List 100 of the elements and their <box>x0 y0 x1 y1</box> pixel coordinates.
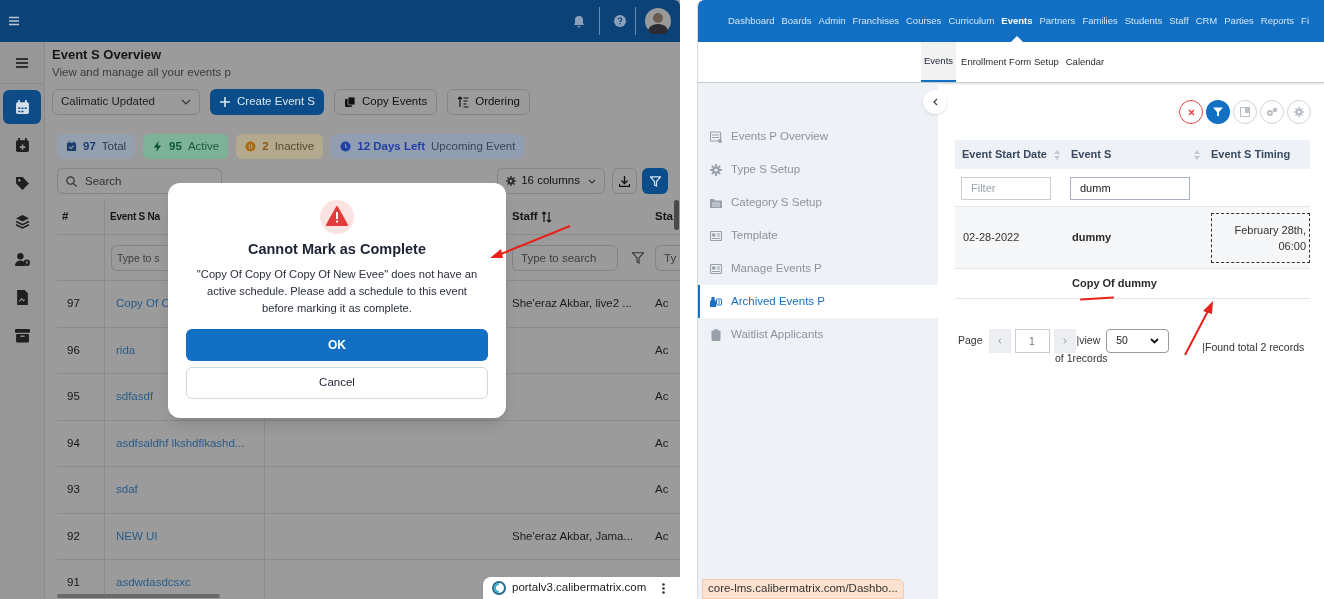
event-link[interactable]: asdwdasdcsxc <box>116 574 191 592</box>
avatar-icon[interactable] <box>645 8 671 34</box>
records-found: |Found total 2 records <box>1202 340 1305 355</box>
stat-label: Active <box>187 138 220 154</box>
sidebar-item[interactable]: Manage Events P <box>698 252 938 285</box>
tags-icon[interactable] <box>14 175 30 191</box>
nav-link[interactable]: Franchises <box>852 0 899 42</box>
sidebar-item[interactable]: Archived Events P <box>698 285 938 318</box>
archive-icon[interactable] <box>14 327 30 343</box>
user-clock-icon[interactable] <box>14 251 30 267</box>
column-header: # <box>62 208 69 224</box>
filter-input[interactable]: dumm <box>1070 176 1190 200</box>
download-button[interactable] <box>612 168 637 194</box>
filter-icon <box>1213 107 1223 117</box>
chevron-left-icon <box>997 337 1002 344</box>
help-icon[interactable] <box>614 15 626 27</box>
filter-icon[interactable] <box>632 251 644 264</box>
template-icon <box>710 262 722 275</box>
column-header[interactable]: Event Start Date <box>962 146 1047 163</box>
more-icon[interactable] <box>662 582 666 594</box>
nav-link[interactable]: Events <box>1001 0 1033 42</box>
toolbar-button[interactable]: Create Event S <box>210 89 324 115</box>
column-header[interactable]: Event S <box>1071 146 1112 163</box>
page-input[interactable]: 1 <box>1014 328 1050 353</box>
event-name: dummy <box>1072 231 1112 244</box>
row-number: 96 <box>67 342 80 358</box>
dialog-title: Cannot Mark as Complete <box>247 240 427 259</box>
cancel-button[interactable]: Cancel <box>186 366 488 399</box>
nav-link[interactable]: Boards <box>781 0 812 42</box>
ok-button[interactable]: OK <box>186 328 488 361</box>
nav-link[interactable]: Staff <box>1169 0 1189 42</box>
filter-input[interactable]: Filter <box>961 176 1051 200</box>
nav-link[interactable]: Courses <box>906 0 942 42</box>
status-cell: Ac <box>655 436 669 449</box>
column-header[interactable]: Sta <box>655 207 673 226</box>
clock-icon <box>340 141 352 152</box>
toolbar-button[interactable]: Copy Events <box>334 89 438 115</box>
nav-link[interactable]: Admin <box>818 0 846 42</box>
chevron-right-icon <box>1062 337 1067 344</box>
staff-cell: She'eraz Akbar, live2 ... <box>512 297 632 310</box>
page-label: Page <box>958 333 983 348</box>
sidebar-item[interactable]: Category S Setup <box>698 186 938 219</box>
event-name: Copy Of dummy <box>1072 277 1157 290</box>
nav-link[interactable]: Curriculum <box>948 0 995 42</box>
layout-icon <box>1240 107 1250 117</box>
filter-button[interactable] <box>642 168 668 194</box>
stat-value: 95 <box>169 138 182 154</box>
event-link[interactable]: asdfsaldhf lkshdflkashd... <box>116 434 245 452</box>
layers-icon[interactable] <box>14 213 30 229</box>
subtab[interactable]: Calendar <box>1063 42 1107 82</box>
nav-link[interactable]: Families <box>1082 0 1118 42</box>
document-icon[interactable] <box>14 289 30 305</box>
filter-button[interactable] <box>1206 100 1230 124</box>
nav-item[interactable] <box>3 90 41 124</box>
event-link[interactable]: NEW UI <box>116 527 158 545</box>
plus-icon <box>219 96 231 108</box>
gear-icon <box>1294 107 1304 117</box>
sidebar-item[interactable]: Type S Setup <box>698 153 938 186</box>
nav-link[interactable]: CRM <box>1195 0 1218 42</box>
row-number: 92 <box>67 528 80 544</box>
event-link[interactable]: sdfasdf <box>116 388 154 406</box>
copy-icon <box>344 96 356 108</box>
bell-icon[interactable] <box>573 14 585 28</box>
column-header[interactable]: Staff <box>512 207 538 226</box>
sidebar-item[interactable]: Waitlist Applicants <box>698 318 938 351</box>
nav-link[interactable]: Reports <box>1260 0 1295 42</box>
row-number: 94 <box>67 435 80 451</box>
toolbar-button[interactable]: Ordering <box>447 89 530 115</box>
column-header[interactable]: Event S Na <box>110 209 160 224</box>
nav-link[interactable]: Fi <box>1301 0 1310 42</box>
calendar-icon <box>14 99 30 115</box>
menu-icon[interactable] <box>16 57 28 68</box>
stat-label: Upcoming Event <box>431 138 516 154</box>
event-link[interactable]: sdaf <box>116 481 138 499</box>
dropdown[interactable]: Calimatic Updated <box>52 89 200 115</box>
page-size-select[interactable]: 50 <box>1106 328 1170 353</box>
globe-icon <box>492 581 506 595</box>
sort-icon <box>457 96 470 108</box>
subtab[interactable]: Enrollment Form Setup <box>959 42 1061 82</box>
scrollbar[interactable] <box>674 200 679 230</box>
status-cell: Ac <box>655 529 669 542</box>
calendar-plus-icon[interactable] <box>14 137 30 153</box>
nav-link[interactable]: Dashboard <box>728 0 775 42</box>
gears-icon <box>1266 107 1278 117</box>
filter-input[interactable]: Type to search <box>512 244 618 271</box>
scrollbar[interactable] <box>57 594 220 598</box>
sort-icon[interactable] <box>540 210 552 223</box>
gear-icon <box>506 176 517 186</box>
nav-link[interactable]: Students <box>1124 0 1163 42</box>
filter-input[interactable]: Type to s <box>111 244 167 271</box>
sidebar-item[interactable]: Template <box>698 219 938 252</box>
event-link[interactable]: rida <box>116 341 136 359</box>
filter-input[interactable]: Ty <box>655 244 680 271</box>
nav-link[interactable]: Partners <box>1039 0 1076 42</box>
page-title: Event S Overview <box>52 47 163 63</box>
sidebar-item[interactable]: Events P Overview <box>698 120 938 153</box>
subtab[interactable]: Events <box>921 42 957 82</box>
search-field[interactable]: Search <box>57 168 222 194</box>
stat-value: 12 Days Left <box>357 138 426 154</box>
nav-link[interactable]: Parties <box>1224 0 1254 42</box>
